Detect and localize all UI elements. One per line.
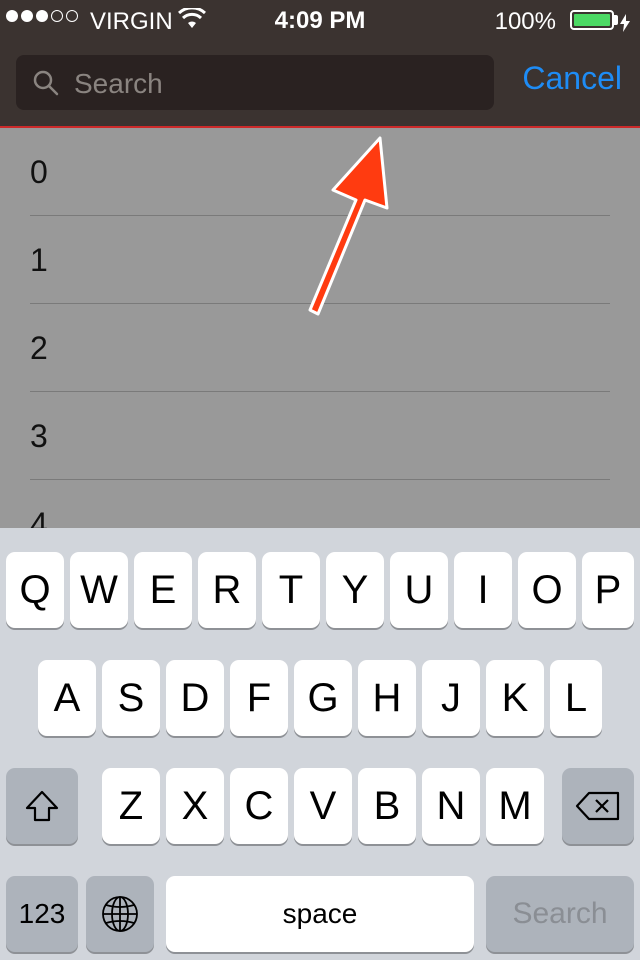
- key-v[interactable]: V: [294, 768, 352, 844]
- list-item-label: 4: [30, 506, 48, 528]
- annotation-arrow-icon: [308, 136, 389, 316]
- keyboard: Q W E R T Y U I O P A S D F G H J K L Z …: [0, 528, 640, 960]
- list-item-label: 2: [30, 330, 48, 366]
- key-s[interactable]: S: [102, 660, 160, 736]
- search-input[interactable]: [72, 55, 476, 112]
- key-d[interactable]: D: [166, 660, 224, 736]
- key-w[interactable]: W: [70, 552, 128, 628]
- key-r[interactable]: R: [198, 552, 256, 628]
- header: VIRGIN 4:09 PM 100% Cancel: [0, 0, 640, 128]
- search-bar[interactable]: [16, 55, 494, 112]
- key-q[interactable]: Q: [6, 552, 64, 628]
- list-item-label: 3: [30, 418, 48, 454]
- cancel-button[interactable]: Cancel: [522, 60, 622, 97]
- key-m[interactable]: M: [486, 768, 544, 844]
- key-p[interactable]: P: [582, 552, 634, 628]
- key-g[interactable]: G: [294, 660, 352, 736]
- charging-bolt-icon: [620, 11, 630, 39]
- key-l[interactable]: L: [550, 660, 602, 736]
- shift-key[interactable]: [6, 768, 78, 844]
- key-t[interactable]: T: [262, 552, 320, 628]
- list-item[interactable]: 4: [0, 480, 640, 528]
- list-item-label: 0: [30, 154, 48, 190]
- key-c[interactable]: C: [230, 768, 288, 844]
- key-h[interactable]: H: [358, 660, 416, 736]
- list-item[interactable]: 3: [0, 392, 640, 480]
- key-z[interactable]: Z: [102, 768, 160, 844]
- key-e[interactable]: E: [134, 552, 192, 628]
- key-x[interactable]: X: [166, 768, 224, 844]
- key-b[interactable]: B: [358, 768, 416, 844]
- key-i[interactable]: I: [454, 552, 512, 628]
- key-y[interactable]: Y: [326, 552, 384, 628]
- key-o[interactable]: O: [518, 552, 576, 628]
- battery-percentage: 100%: [494, 8, 556, 35]
- space-key[interactable]: space: [166, 876, 474, 952]
- key-u[interactable]: U: [390, 552, 448, 628]
- status-bar: VIRGIN 4:09 PM 100%: [0, 0, 640, 40]
- backspace-icon: [575, 791, 620, 821]
- battery-cap: [614, 15, 618, 25]
- search-key[interactable]: Search: [486, 876, 634, 952]
- key-k[interactable]: K: [486, 660, 544, 736]
- key-n[interactable]: N: [422, 768, 480, 844]
- list-item-label: 1: [30, 242, 48, 278]
- delete-key[interactable]: [562, 768, 634, 844]
- numbers-key[interactable]: 123: [6, 876, 78, 952]
- globe-icon: [102, 896, 138, 932]
- search-icon: [32, 69, 60, 102]
- key-j[interactable]: J: [422, 660, 480, 736]
- key-a[interactable]: A: [38, 660, 96, 736]
- key-f[interactable]: F: [230, 660, 288, 736]
- shift-icon: [25, 790, 59, 822]
- battery-icon: [570, 10, 614, 30]
- globe-key[interactable]: [86, 876, 154, 952]
